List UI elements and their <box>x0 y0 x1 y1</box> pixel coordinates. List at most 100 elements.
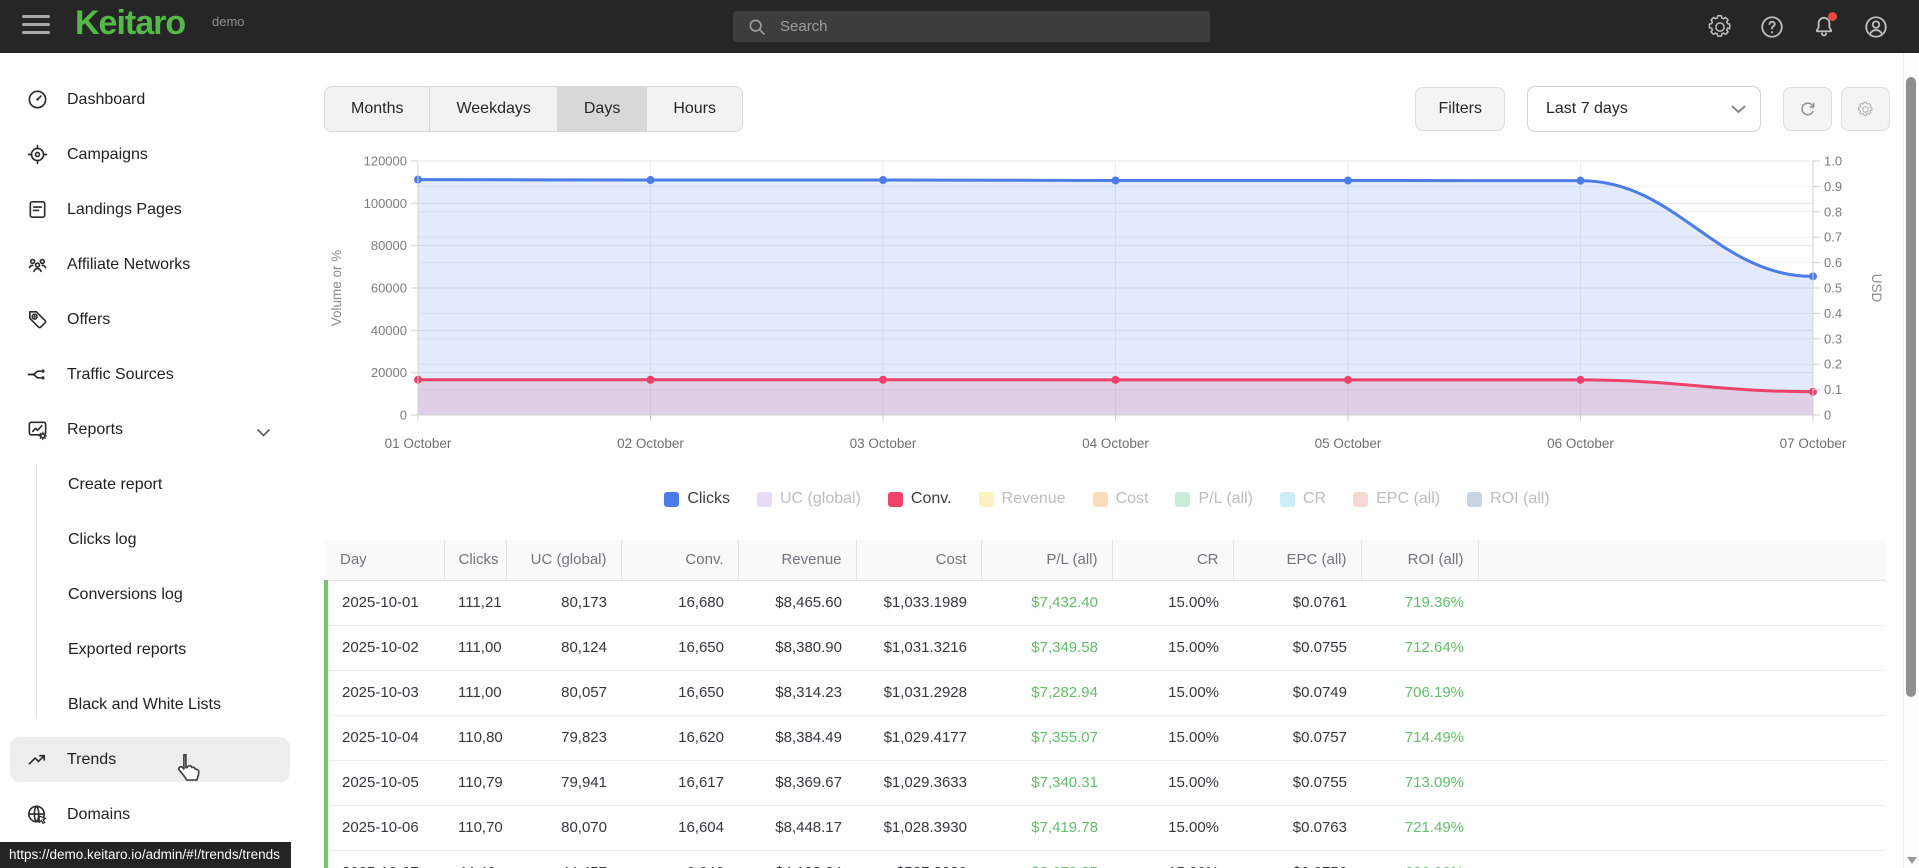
sidebar-item-create-report[interactable]: Create report <box>10 462 290 507</box>
help-icon[interactable] <box>1759 14 1785 40</box>
cell-roi-all: 714.49% <box>1404 729 1464 746</box>
legend-swatch <box>1467 491 1483 507</box>
chart-settings-button[interactable] <box>1841 87 1890 131</box>
sidebar-subitem-label: Clicks log <box>68 530 137 548</box>
cell-clicks: 111,00 <box>458 639 502 656</box>
svg-text:02 October: 02 October <box>617 436 684 451</box>
cell-epc-all: $0.0755 <box>1292 774 1347 791</box>
svg-text:01 October: 01 October <box>385 436 452 451</box>
column-header-clicks[interactable]: Clicks <box>443 540 507 581</box>
legend-item-cr[interactable]: CR <box>1280 490 1326 508</box>
scrollbar-down-arrow[interactable] <box>1907 857 1917 864</box>
notifications-icon[interactable] <box>1811 11 1837 40</box>
svg-text:40000: 40000 <box>371 323 407 338</box>
sidebar-item-landings-pages[interactable]: Landings Pages <box>10 187 290 232</box>
legend-item-cost[interactable]: Cost <box>1092 490 1148 508</box>
cell-revenue: $8,369.67 <box>775 774 842 791</box>
svg-text:0.3: 0.3 <box>1824 331 1842 346</box>
column-header-revenue[interactable]: Revenue <box>737 540 857 581</box>
legend-swatch <box>887 491 903 507</box>
legend-item-uc-global[interactable]: UC (global) <box>756 490 861 508</box>
legend-item-roi-all[interactable]: ROI (all) <box>1467 490 1550 508</box>
sidebar-subitem-label: Exported reports <box>68 640 187 658</box>
sidebar-item-label: Domains <box>67 805 131 823</box>
menu-icon[interactable] <box>22 15 50 37</box>
legend-item-conv[interactable]: Conv. <box>887 490 952 508</box>
cell-cr: 15.00% <box>1168 684 1219 701</box>
tab-days[interactable]: Days <box>556 87 647 131</box>
settings-icon[interactable] <box>1707 14 1733 40</box>
legend-item-clicks[interactable]: Clicks <box>664 490 730 508</box>
search-box[interactable] <box>733 11 1210 42</box>
sidebar-item-exported-reports[interactable]: Exported reports <box>10 627 290 672</box>
cell-p-l-all: $7,349.58 <box>1031 639 1098 656</box>
svg-text:05 October: 05 October <box>1315 436 1382 451</box>
sidebar-item-trends[interactable]: Trends <box>10 737 290 782</box>
cell-roi-all: 713.09% <box>1404 774 1464 791</box>
sidebar-subsection-reports: Create report Clicks log Conversions log Ex… <box>0 462 300 727</box>
cell-cr: 15.00% <box>1168 729 1219 746</box>
sidebar-item-offers[interactable]: Offers <box>10 297 290 342</box>
filters-button[interactable]: Filters <box>1415 87 1505 131</box>
column-header-uc-global[interactable]: UC (global) <box>505 540 622 581</box>
cell-clicks: 44,40 <box>444 850 506 868</box>
svg-text:0.5: 0.5 <box>1824 281 1842 296</box>
cell-clicks: 111,00 <box>458 684 502 701</box>
sidebar-item-clicks-log[interactable]: Clicks log <box>10 517 290 562</box>
cell-roi-all: 721.49% <box>1404 819 1464 836</box>
svg-text:0.8: 0.8 <box>1824 204 1842 219</box>
svg-text:0.4: 0.4 <box>1824 306 1842 321</box>
cell-uc-global: 80,057 <box>561 684 607 701</box>
scrollbar[interactable] <box>1903 53 1919 868</box>
chevron-down-icon <box>1731 105 1746 113</box>
chart-legend: Clicks UC (global) Conv. Revenue Cost P/L (al… <box>324 490 1890 508</box>
svg-text:100000: 100000 <box>364 196 407 211</box>
legend-item-revenue[interactable]: Revenue <box>978 490 1066 508</box>
table-row: 2025-10-01 111,21 80,173 16,680 $8,465.60 $1,… <box>326 580 1886 625</box>
legend-swatch <box>1175 491 1191 507</box>
column-header-epc-all[interactable]: EPC (all) <box>1232 540 1362 581</box>
sidebar-item-traffic-sources[interactable]: Traffic Sources <box>10 352 290 397</box>
cell-epc-all: $0.0757 <box>1292 729 1347 746</box>
sidebar-item-dashboard[interactable]: Dashboard <box>10 77 290 122</box>
line-chart: 0 20000 40000 60000 80000 100000 120000 0 0.1 0.2… <box>329 154 1884 452</box>
legend-label: ROI (all) <box>1490 490 1550 507</box>
svg-text:120000: 120000 <box>364 154 407 169</box>
cell-roi-all: 696.09% <box>1361 850 1478 868</box>
sidebar-item-conversions-log[interactable]: Conversions log <box>10 572 290 617</box>
legend-item-p-l-all[interactable]: P/L (all) <box>1175 490 1253 508</box>
legend-swatch <box>978 491 994 507</box>
column-header-day[interactable]: Day <box>326 540 445 581</box>
sidebar-item-campaigns[interactable]: Campaigns <box>10 132 290 177</box>
column-header-roi-all[interactable]: ROI (all) <box>1360 540 1479 581</box>
tab-months[interactable]: Months <box>325 87 430 131</box>
brand-logo[interactable]: Keitaro <box>75 4 186 43</box>
topbar: Keitaro demo <box>0 0 1919 53</box>
tab-weekdays[interactable]: Weekdays <box>429 87 557 131</box>
sidebar-item-label: Dashboard <box>67 90 146 108</box>
cell-uc-global: 80,173 <box>561 594 607 611</box>
column-header-cost[interactable]: Cost <box>855 540 982 581</box>
tab-hours[interactable]: Hours <box>646 87 743 131</box>
legend-item-epc-all[interactable]: EPC (all) <box>1353 490 1440 508</box>
cell-revenue: $8,314.23 <box>775 684 842 701</box>
cell-epc-all: $0.0755 <box>1292 639 1347 656</box>
column-header-conv[interactable]: Conv. <box>620 540 739 581</box>
column-header-cr[interactable]: CR <box>1111 540 1234 581</box>
traffic-sources-icon <box>26 363 49 386</box>
refresh-button[interactable] <box>1783 87 1832 131</box>
cell-roi-all: 719.36% <box>1404 594 1464 611</box>
sidebar-item-affiliate-networks[interactable]: Affiliate Networks <box>10 242 290 287</box>
date-range-select[interactable]: Last 7 days <box>1527 86 1761 132</box>
search-input[interactable] <box>778 17 1162 36</box>
account-icon[interactable] <box>1863 14 1889 40</box>
scrollbar-thumb[interactable] <box>1906 77 1916 697</box>
cell-day: 2025-10-05 <box>342 774 419 791</box>
cell-clicks: 111,21 <box>458 594 502 611</box>
sidebar-item-domains[interactable]: Domains <box>10 792 290 837</box>
column-header-p-l-all[interactable]: P/L (all) <box>980 540 1113 581</box>
sidebar-subitem-label: Create report <box>68 475 163 493</box>
sidebar-item-reports[interactable]: Reports <box>10 407 290 452</box>
sidebar-item-black-and-white-lists[interactable]: Black and White Lists <box>10 682 290 727</box>
legend-label: Revenue <box>1001 490 1066 507</box>
